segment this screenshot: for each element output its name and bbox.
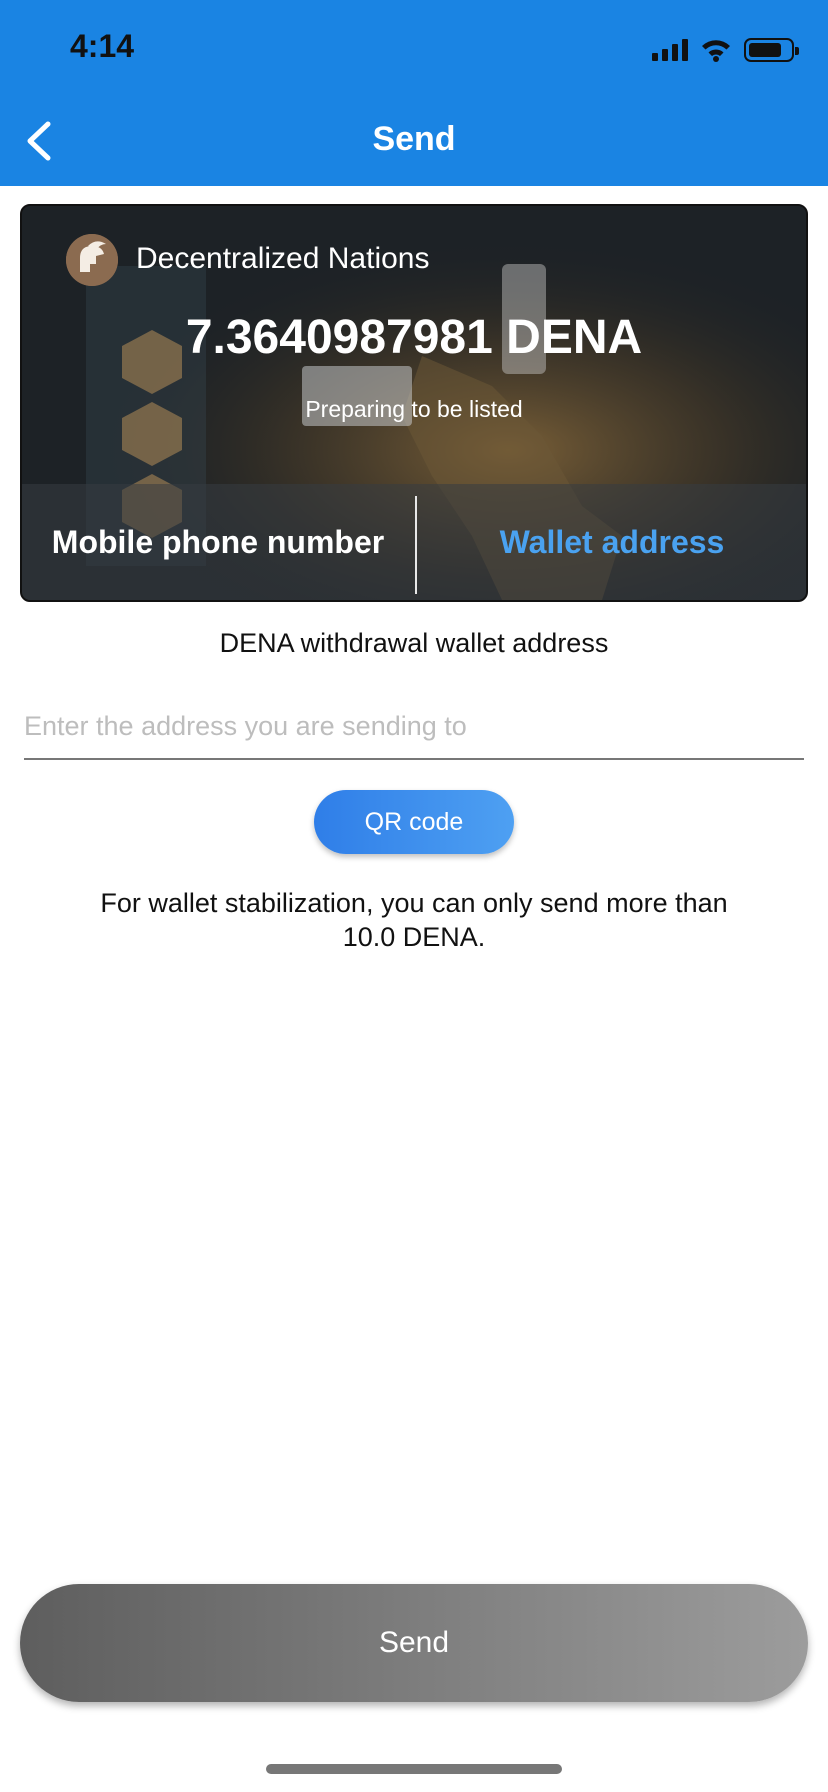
minimum-send-notice: For wallet stabilization, you can only s… [60,886,768,954]
send-button[interactable]: Send [20,1584,808,1702]
qr-code-button[interactable]: QR code [314,790,514,854]
status-icons [652,36,799,64]
tab-wallet-address[interactable]: Wallet address [416,484,806,600]
token-logo [66,234,118,286]
notice-line-2: 10.0 DENA. [342,922,486,952]
battery-icon [744,38,799,62]
status-time: 4:14 [70,28,135,64]
page-title: Send [372,120,456,158]
listing-status: Preparing to be listed [305,396,523,422]
spartan-helmet-icon [66,234,118,286]
token-name: Decentralized Nations [136,242,430,275]
notice-line-1: For wallet stabilization, you can only s… [100,888,728,918]
wifi-icon [702,40,730,62]
balance-card: Decentralized Nations 7.3640987981 DENA … [20,204,808,602]
token-balance: 7.3640987981 DENA [185,311,643,364]
wallet-address-input[interactable] [24,694,804,760]
tab-mobile-phone-number[interactable]: Mobile phone number [22,484,414,600]
recipient-type-tabs: Mobile phone number Wallet address [22,484,806,600]
home-indicator [266,1764,562,1774]
app-header: 4:14 Send [0,0,828,186]
cellular-signal-icon [652,39,688,61]
address-field-label: DENA withdrawal wallet address [219,628,609,658]
